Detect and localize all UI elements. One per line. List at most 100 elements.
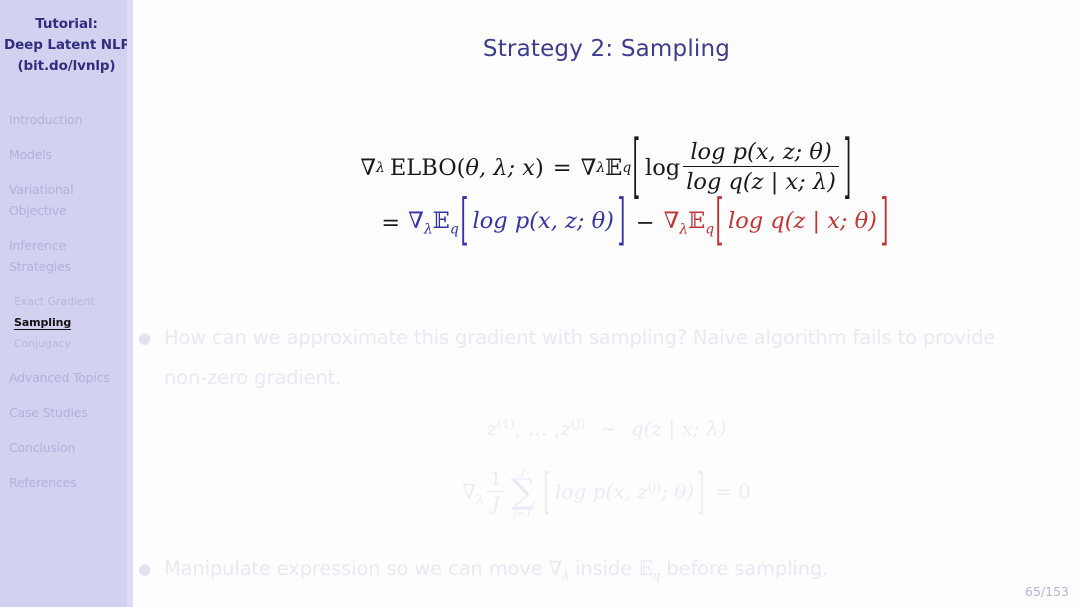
z-superscript-1: (1) xyxy=(497,416,515,431)
bracket-open: [ xyxy=(632,127,641,209)
expectation-symbol: 𝔼 xyxy=(432,208,450,234)
nabla-symbol: ∇ xyxy=(462,479,477,504)
nabla-subscript: λ xyxy=(476,491,484,507)
equation-line-1: ∇ λ ELBO(θ, λ; x) = ∇ λ 𝔼q [ log log p(x, z… xyxy=(133,128,1080,209)
sidebar-subitem-conjugacy[interactable]: Conjugacy xyxy=(0,333,133,354)
bullet-text: Manipulate expression so we can move ∇λ … xyxy=(164,549,828,596)
equals-zero: = 0 xyxy=(715,479,751,504)
bracket-close: ] xyxy=(843,127,852,209)
expectation-symbol: 𝔼 xyxy=(688,208,706,234)
equals-sign-2: = xyxy=(381,209,401,236)
nabla-subscript: λ xyxy=(376,160,385,176)
equation-line-2: = ∇λ𝔼q[log p(x, z; θ)] − ∇λ𝔼q[log q(z | … xyxy=(133,189,1080,253)
fraction-numerator: 1 xyxy=(489,468,502,490)
expectation-subscript: q xyxy=(705,221,715,238)
bullet-item-approximate-gradient: ● How can we approximate this gradient w… xyxy=(133,318,1080,398)
bullet-text-mid: inside xyxy=(575,557,632,581)
summation-lower-limit: j=1 xyxy=(513,507,533,520)
nabla-symbol: ∇ xyxy=(408,208,424,234)
sidebar-item-label: Variational xyxy=(9,182,74,197)
log-joint-content: log p(x, z xyxy=(555,479,648,504)
sidebar-item-label-cont: Objective xyxy=(9,203,67,218)
sidebar-item-conclusion[interactable]: Conclusion xyxy=(0,437,133,458)
elbo-args: θ, λ; x xyxy=(465,155,535,181)
summation: J ∑ j=1 xyxy=(510,466,536,520)
bracket-close: ] xyxy=(697,461,705,521)
fraction-one-over-j: 1J xyxy=(486,468,505,515)
bracket-open: [ xyxy=(460,189,469,253)
sidebar: Tutorial: Deep Latent NLP (bit.do/lvnlp)… xyxy=(0,0,133,607)
fraction-numerator: log p(x, z; θ) xyxy=(690,139,832,165)
z-symbol-j: z xyxy=(560,416,571,441)
sidebar-item-label-cont: Strategies xyxy=(9,259,71,274)
sidebar-subitem-label: Sampling xyxy=(14,316,72,330)
inline-nabla: ∇ xyxy=(548,557,563,581)
nabla-symbol: ∇ xyxy=(360,155,377,181)
ellipsis: , … , xyxy=(514,416,561,441)
body-content: ● How can we approximate this gradient w… xyxy=(133,318,1080,596)
elbo-label: ELBO( xyxy=(389,155,466,181)
page-title: Strategy 2: Sampling xyxy=(482,36,731,62)
bullet-item-manipulate-expression: ● Manipulate expression so we can move ∇… xyxy=(133,549,1080,596)
sidebar-item-inference-strategies[interactable]: Inference Strategies xyxy=(0,235,133,277)
z-symbol: z xyxy=(486,416,498,441)
nabla-subscript: λ xyxy=(679,221,689,238)
fraction: log p(x, z; θ) log q(z | x; λ) xyxy=(683,139,839,195)
bracket-close: ] xyxy=(880,189,889,253)
equals-sign: = xyxy=(552,155,572,181)
sigma-icon: ∑ xyxy=(510,472,536,513)
equation-term-expectation-p: ∇λ𝔼q[log p(x, z; θ)] xyxy=(408,189,627,253)
sidebar-item-label: Conclusion xyxy=(9,440,76,455)
bullet-dot-icon: ● xyxy=(138,560,151,579)
sidebar-item-introduction[interactable]: Introduction xyxy=(0,109,133,130)
page-number: 65/153 xyxy=(1025,584,1069,599)
sidebar-item-models[interactable]: Models xyxy=(0,144,133,165)
slide-root: Tutorial: Deep Latent NLP (bit.do/lvnlp)… xyxy=(0,0,1080,607)
sidebar-item-label: Inference xyxy=(9,238,66,253)
sidebar-item-advanced-topics[interactable]: Advanced Topics xyxy=(0,367,133,388)
term-content: log q(z | x; θ) xyxy=(728,208,877,234)
nabla-symbol-rhs: ∇ xyxy=(580,155,597,181)
sidebar-title-line-2: Deep Latent NLP xyxy=(4,37,131,53)
sidebar-item-label: Case Studies xyxy=(9,405,88,420)
fraction-denominator: J xyxy=(486,490,505,515)
sidebar-subitem-label: Exact Gradient xyxy=(14,295,95,308)
expectation-subscript: q xyxy=(622,160,632,176)
inline-expectation: 𝔼 xyxy=(638,557,653,581)
sidebar-subitem-sampling[interactable]: Sampling xyxy=(0,312,133,333)
bullet-text: How can we approximate this gradient wit… xyxy=(163,326,996,389)
fraction-denominator: log q(z | x; λ) xyxy=(683,166,839,195)
elbo-close-paren: ) xyxy=(534,155,544,181)
sidebar-item-label: References xyxy=(9,475,77,490)
z-superscript-j: (J) xyxy=(570,416,586,431)
sidebar-nav: Introduction Models Variational Objectiv… xyxy=(0,109,133,493)
inline-nabla-subscript: λ xyxy=(562,569,570,583)
bracket-close: ] xyxy=(617,189,626,253)
sidebar-title: Tutorial: Deep Latent NLP (bit.do/lvnlp) xyxy=(0,14,133,77)
main-equation: ∇ λ ELBO(θ, λ; x) = ∇ λ 𝔼q [ log log p(x, z… xyxy=(133,128,1080,253)
bracket-open: [ xyxy=(715,189,724,253)
expectation-symbol: 𝔼 xyxy=(605,155,623,181)
sidebar-title-line-3: (bit.do/lvnlp) xyxy=(17,58,116,74)
bullet-text-post: before sampling. xyxy=(666,557,829,581)
inline-expectation-subscript: q xyxy=(652,569,661,583)
sidebar-item-label: Advanced Topics xyxy=(9,370,110,385)
q-distribution: q(z | x; λ) xyxy=(630,416,727,441)
sidebar-item-variational-objective[interactable]: Variational Objective xyxy=(0,179,133,221)
bullet-dot-icon: ● xyxy=(138,329,151,347)
bullet-text-pre: Manipulate expression so we can move xyxy=(163,557,543,581)
faded-equation-zero-gradient: ∇λ 1 J J ∑ j=1 [log p(x, z(j); θ)] = 0 xyxy=(133,462,1080,521)
equation-term-expectation-q: ∇λ𝔼q[log q(z | x; θ)] xyxy=(663,189,890,253)
bracket-open: [ xyxy=(543,461,551,521)
nabla-subscript-rhs: λ xyxy=(596,160,606,176)
sidebar-title-line-1: Tutorial: xyxy=(35,16,98,32)
faded-equation-sampling: z(1), … ,z(J) ∼ q(z | x; λ) xyxy=(133,416,1080,441)
sidebar-subitem-exact-gradient[interactable]: Exact Gradient xyxy=(0,291,133,312)
sidebar-item-case-studies[interactable]: Case Studies xyxy=(0,402,133,423)
expectation-subscript: q xyxy=(449,221,459,238)
slide-content: Strategy 2: Sampling ∇ λ ELBO(θ, λ; x) = … xyxy=(133,0,1080,607)
sidebar-item-references[interactable]: References xyxy=(0,472,133,493)
nabla-symbol: ∇ xyxy=(663,208,680,234)
log-operator: log xyxy=(645,155,681,181)
